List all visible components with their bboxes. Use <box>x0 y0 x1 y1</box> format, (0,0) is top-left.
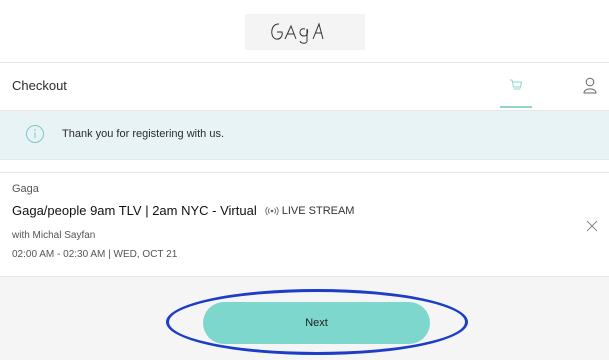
notice-message: Thank you for registering with us. <box>62 128 225 140</box>
notice-divider <box>0 159 609 160</box>
checkout-topbar: Checkout <box>0 63 609 110</box>
class-title: Gaga/people 9am TLV | 2am NYC - Virtual <box>12 203 257 218</box>
checkout-footer: Next <box>0 277 609 360</box>
active-tab-indicator <box>500 106 532 108</box>
live-stream-label: LIVE STREAM <box>281 204 355 217</box>
brand-logo[interactable] <box>244 14 365 50</box>
page-title: Checkout <box>12 78 67 93</box>
gaga-logo-icon <box>270 22 323 44</box>
class-time: 02:00 AM - 02:30 AM | WED, OCT 21 <box>12 249 178 260</box>
cart-tab[interactable] <box>500 75 532 108</box>
instructor-name: with Michal Sayfan <box>12 230 96 241</box>
remove-item-button[interactable] <box>585 219 599 233</box>
cart-icon <box>510 79 523 90</box>
account-button[interactable] <box>583 77 601 97</box>
cart-item: Gaga Gaga/people 9am TLV | 2am NYC - Vir… <box>0 173 609 276</box>
header-logo-area <box>0 0 609 62</box>
close-icon <box>586 220 598 232</box>
registration-notice: Thank you for registering with us. <box>0 111 609 159</box>
user-icon <box>583 77 597 94</box>
live-stream-icon <box>265 206 279 215</box>
info-icon <box>26 125 44 143</box>
studio-name: Gaga <box>12 183 39 195</box>
class-title-row: Gaga/people 9am TLV | 2am NYC - Virtual … <box>12 203 354 218</box>
next-button[interactable]: Next <box>203 302 430 344</box>
